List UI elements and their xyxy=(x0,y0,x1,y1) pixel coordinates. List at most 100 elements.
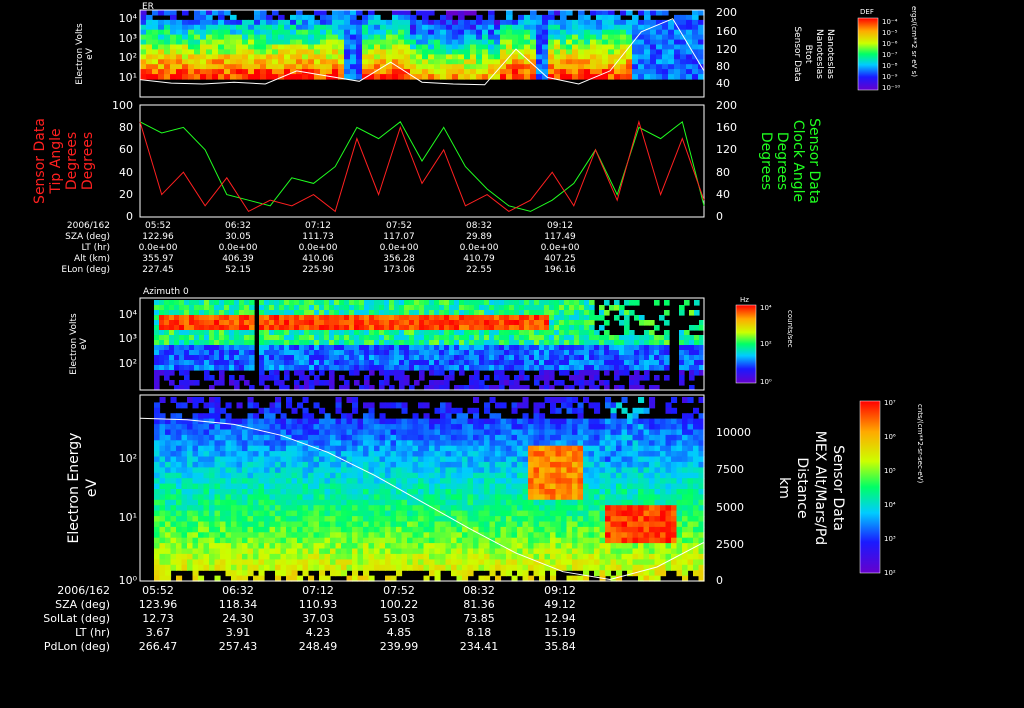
heatmap-cell xyxy=(434,380,440,386)
heatmap-cell xyxy=(555,499,562,506)
heatmap-cell xyxy=(209,505,216,512)
heatmap-cell xyxy=(274,335,280,341)
heatmap-cell xyxy=(374,467,381,474)
heatmap-cell xyxy=(500,429,507,436)
heatmap-cell xyxy=(394,335,400,341)
heatmap-cell xyxy=(225,516,232,523)
heatmap-cell xyxy=(154,402,161,409)
heatmap-cell xyxy=(390,418,397,425)
heatmap-cell xyxy=(522,489,529,495)
heatmap-cell xyxy=(352,407,359,414)
heatmap-cell xyxy=(429,325,435,331)
heatmap-cell xyxy=(544,456,551,463)
heatmap-cell xyxy=(566,499,573,506)
heatmap-cell xyxy=(412,440,419,447)
heatmap-cell xyxy=(284,375,290,381)
heatmap-cell xyxy=(218,14,225,21)
heatmap-cell xyxy=(297,478,304,485)
heatmap-cell xyxy=(279,325,285,331)
heatmap-cell xyxy=(574,345,580,351)
heatmap-cell xyxy=(326,49,333,55)
heatmap-cell xyxy=(146,54,153,60)
heatmap-cell xyxy=(649,510,656,517)
heatmap-cell xyxy=(422,64,429,70)
heatmap-cell xyxy=(357,494,364,501)
heatmap-cell xyxy=(479,365,485,371)
heatmap-cell xyxy=(274,300,280,306)
heatmap-cell xyxy=(344,315,350,321)
heatmap-cell xyxy=(578,74,585,80)
heatmap-cell xyxy=(473,424,480,431)
heatmap-cell xyxy=(569,330,575,336)
heatmap-cell xyxy=(589,300,595,306)
panel3-colorbar-units: counts/sec xyxy=(786,310,794,348)
heatmap-cell xyxy=(350,59,357,65)
heatmap-cell xyxy=(214,380,220,386)
heatmap-cell xyxy=(451,429,458,436)
heatmap-cell xyxy=(605,499,612,506)
heatmap-cell xyxy=(229,375,235,381)
heatmap-cell xyxy=(286,478,293,485)
heatmap-cell xyxy=(302,494,309,501)
heatmap-cell xyxy=(374,456,381,463)
heatmap-cell xyxy=(159,335,165,341)
heatmap-cell xyxy=(176,49,183,55)
heatmap-cell xyxy=(544,445,551,452)
heatmap-cell xyxy=(219,345,225,351)
heatmap-cell xyxy=(643,451,650,458)
heatmap-cell xyxy=(665,451,672,458)
heatmap-cell xyxy=(467,429,474,436)
heatmap-cell xyxy=(680,14,687,21)
heatmap-cell xyxy=(533,413,540,420)
heatmap-cell xyxy=(319,310,325,316)
heatmap-cell xyxy=(344,320,350,326)
heatmap-cell xyxy=(297,467,304,474)
table-cell: 0.0e+00 xyxy=(541,243,580,253)
heatmap-cell xyxy=(274,345,280,351)
heatmap-cell xyxy=(218,74,225,80)
heatmap-cell xyxy=(676,418,683,425)
heatmap-cell xyxy=(409,330,415,336)
heatmap-cell xyxy=(344,19,351,26)
heatmap-cell xyxy=(401,494,408,501)
heatmap-cell xyxy=(344,360,350,366)
heatmap-cell xyxy=(665,429,672,436)
heatmap-cell xyxy=(154,467,161,474)
heatmap-cell xyxy=(693,440,700,447)
heatmap-cell xyxy=(199,325,205,331)
heatmap-cell xyxy=(264,434,271,441)
heatmap-cell xyxy=(504,320,510,326)
heatmap-cell xyxy=(341,505,348,512)
heatmap-cell xyxy=(404,320,410,326)
heatmap-cell xyxy=(392,74,399,80)
heatmap-cell xyxy=(539,355,545,361)
heatmap-cell xyxy=(259,335,265,341)
heatmap-cell xyxy=(539,320,545,326)
heatmap-cell xyxy=(284,49,291,55)
heatmap-cell xyxy=(509,330,515,336)
heatmap-cell xyxy=(478,440,485,447)
panel1-right-tick: 120 xyxy=(716,43,737,56)
heatmap-cell xyxy=(474,310,480,316)
heatmap-cell xyxy=(260,19,267,26)
heatmap-cell xyxy=(656,49,663,55)
heatmap-cell xyxy=(394,365,400,371)
heatmap-cell xyxy=(504,315,510,321)
heatmap-cell xyxy=(579,380,585,386)
table-cell: 355.97 xyxy=(142,254,174,264)
heatmap-cell xyxy=(519,365,525,371)
heatmap-cell xyxy=(209,335,215,341)
heatmap-cell xyxy=(266,14,273,21)
heatmap-cell xyxy=(644,335,650,341)
heatmap-cell xyxy=(189,360,195,366)
heatmap-cell xyxy=(214,467,221,474)
heatmap-cell xyxy=(299,330,305,336)
heatmap-cell xyxy=(522,413,529,420)
heatmap-cell xyxy=(693,424,700,431)
heatmap-cell xyxy=(260,44,267,50)
heatmap-cell xyxy=(247,397,254,403)
heatmap-cell xyxy=(518,24,525,31)
heatmap-cell xyxy=(519,300,525,306)
heatmap-cell xyxy=(610,505,617,512)
heatmap-cell xyxy=(644,355,650,361)
